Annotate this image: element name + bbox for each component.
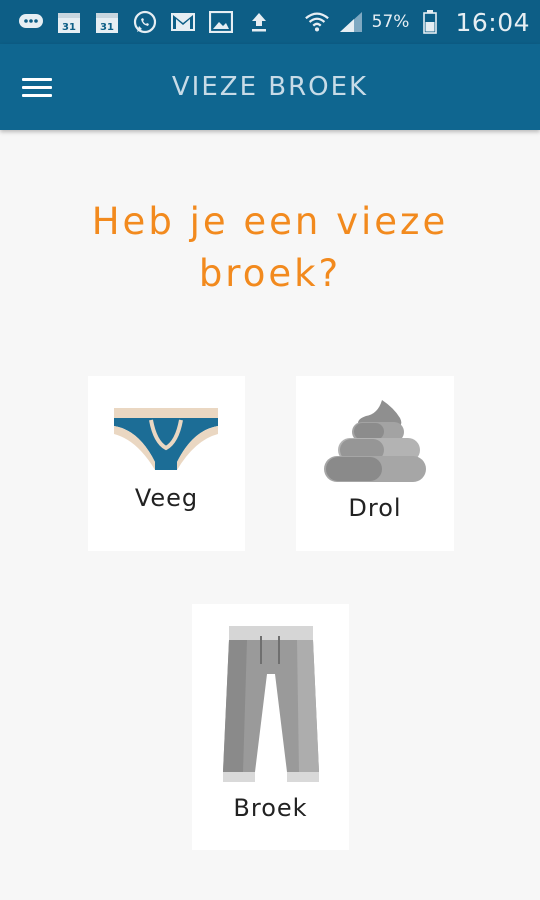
underwear-icon bbox=[114, 408, 218, 470]
pants-icon bbox=[223, 626, 319, 782]
signal-icon bbox=[338, 11, 364, 33]
option-card-veeg[interactable]: Veeg bbox=[88, 376, 245, 551]
upload-icon bbox=[246, 11, 272, 33]
system-indicators: 57% 16:04 bbox=[304, 8, 530, 37]
calendar-icon: 31 bbox=[56, 11, 82, 33]
option-label: Drol bbox=[348, 494, 402, 522]
notification-icons: 31 31 bbox=[18, 10, 304, 34]
calendar-day-text: 31 bbox=[62, 22, 76, 33]
calendar-icon: 31 bbox=[94, 11, 120, 33]
whatsapp-icon bbox=[132, 10, 158, 34]
app-title: VIEZE BROEK bbox=[171, 72, 369, 102]
question-heading: Heb je een vieze broek? bbox=[91, 200, 449, 295]
option-card-broek[interactable]: Broek bbox=[192, 604, 349, 850]
option-label: Broek bbox=[233, 794, 308, 822]
option-card-drol[interactable]: Drol bbox=[296, 376, 454, 551]
battery-icon bbox=[417, 10, 443, 34]
option-label: Veeg bbox=[134, 484, 199, 512]
wifi-icon bbox=[304, 11, 330, 33]
battery-percent: 57% bbox=[371, 12, 410, 32]
app-bar: VIEZE BROEK bbox=[0, 44, 540, 130]
gmail-icon bbox=[170, 11, 196, 33]
poop-icon bbox=[324, 400, 426, 482]
messages-icon bbox=[18, 11, 44, 33]
status-bar: 31 31 57% 16:04 bbox=[0, 0, 540, 44]
clock: 16:04 bbox=[455, 7, 530, 37]
calendar-day-text: 31 bbox=[100, 22, 114, 33]
gallery-icon bbox=[208, 11, 234, 33]
